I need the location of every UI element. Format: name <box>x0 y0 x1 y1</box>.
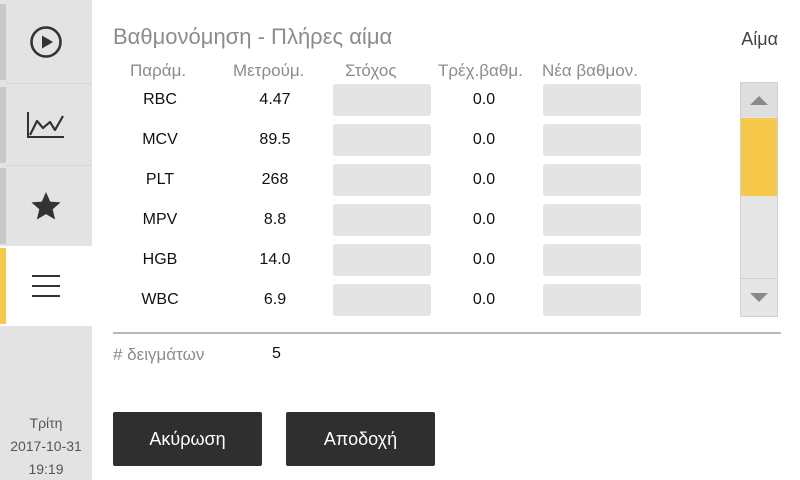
star-icon <box>31 192 61 220</box>
system-clock: Τρίτη 2017-10-31 19:19 <box>0 412 92 480</box>
table-row: WBC 6.9 0.0 <box>113 280 673 320</box>
target-input[interactable] <box>333 284 431 316</box>
column-header-new-cal: Νέα βαθμον. <box>542 61 638 80</box>
new-cal-field[interactable] <box>543 204 641 236</box>
target-input[interactable] <box>333 204 431 236</box>
measured-value: 89.5 <box>259 131 291 148</box>
nav-run[interactable] <box>0 2 92 82</box>
page-title: Βαθμονόμηση - Πλήρες αίμα <box>113 24 393 49</box>
trend-chart-icon <box>27 112 64 138</box>
current-cal-value: 0.0 <box>472 131 496 148</box>
nav-menu[interactable] <box>0 246 92 326</box>
new-cal-field[interactable] <box>543 124 641 156</box>
param-name: RBC <box>143 91 177 108</box>
current-cal-value: 0.0 <box>472 251 496 268</box>
nav-rail <box>0 87 6 163</box>
measured-value: 4.47 <box>259 91 291 108</box>
column-header-param: Παράμ. <box>130 61 187 80</box>
param-name: MPV <box>142 211 178 228</box>
target-input[interactable] <box>333 84 431 116</box>
target-input[interactable] <box>333 244 431 276</box>
nav-results[interactable] <box>0 85 92 165</box>
measured-value: 14.0 <box>259 251 291 268</box>
param-name: MCV <box>142 131 178 148</box>
column-header-measured: Μετρούμ. <box>233 61 305 80</box>
current-cal-value: 0.0 <box>472 211 496 228</box>
measured-value: 8.8 <box>263 211 287 228</box>
new-cal-field[interactable] <box>543 84 641 116</box>
new-cal-field[interactable] <box>543 244 641 276</box>
chevron-up-icon <box>750 95 768 105</box>
cancel-button[interactable]: Ακύρωση <box>113 412 262 466</box>
param-name: HGB <box>142 251 178 268</box>
time: 19:19 <box>28 461 64 477</box>
table-row: HGB 14.0 0.0 <box>113 240 673 280</box>
measured-value: 6.9 <box>263 291 287 308</box>
current-cal-value: 0.0 <box>472 91 496 108</box>
nav-rail <box>0 168 6 244</box>
scroll-thumb[interactable] <box>741 118 777 196</box>
target-input[interactable] <box>333 164 431 196</box>
play-circle-icon <box>30 26 62 58</box>
accept-button[interactable]: Αποδοχή <box>286 412 435 466</box>
sample-count-value: 5 <box>272 345 281 362</box>
nav-rail-active <box>0 248 6 324</box>
column-header-target: Στόχος <box>345 61 397 80</box>
table-row: PLT 268 0.0 <box>113 160 673 200</box>
nav-favorites[interactable] <box>0 166 92 246</box>
table-row: RBC 4.47 0.0 <box>113 80 673 120</box>
sample-count-label: # δειγμάτων <box>113 345 205 364</box>
nav-divider <box>6 83 92 84</box>
current-cal-value: 0.0 <box>472 171 496 188</box>
new-cal-field[interactable] <box>543 164 641 196</box>
table-scrollbar[interactable] <box>740 82 778 317</box>
table-row: MPV 8.8 0.0 <box>113 200 673 240</box>
chevron-down-icon <box>750 293 768 302</box>
table-row: MCV 89.5 0.0 <box>113 120 673 160</box>
weekday: Τρίτη <box>29 415 63 431</box>
new-cal-field[interactable] <box>543 284 641 316</box>
date: 2017-10-31 <box>10 438 82 454</box>
scroll-up-button[interactable] <box>741 83 777 117</box>
column-header-current-cal: Τρέχ.βαθμ. <box>438 61 523 80</box>
target-input[interactable] <box>333 124 431 156</box>
measured-value: 268 <box>261 171 289 188</box>
param-name: PLT <box>145 171 175 188</box>
menu-icon <box>32 275 60 297</box>
table-divider <box>113 332 781 334</box>
sample-type-label: Αίμα <box>741 29 778 49</box>
current-cal-value: 0.0 <box>472 291 496 308</box>
sidebar: Τρίτη 2017-10-31 19:19 <box>0 0 92 480</box>
nav-rail <box>0 4 6 80</box>
param-name: WBC <box>141 291 179 308</box>
scroll-down-button[interactable] <box>741 278 777 316</box>
